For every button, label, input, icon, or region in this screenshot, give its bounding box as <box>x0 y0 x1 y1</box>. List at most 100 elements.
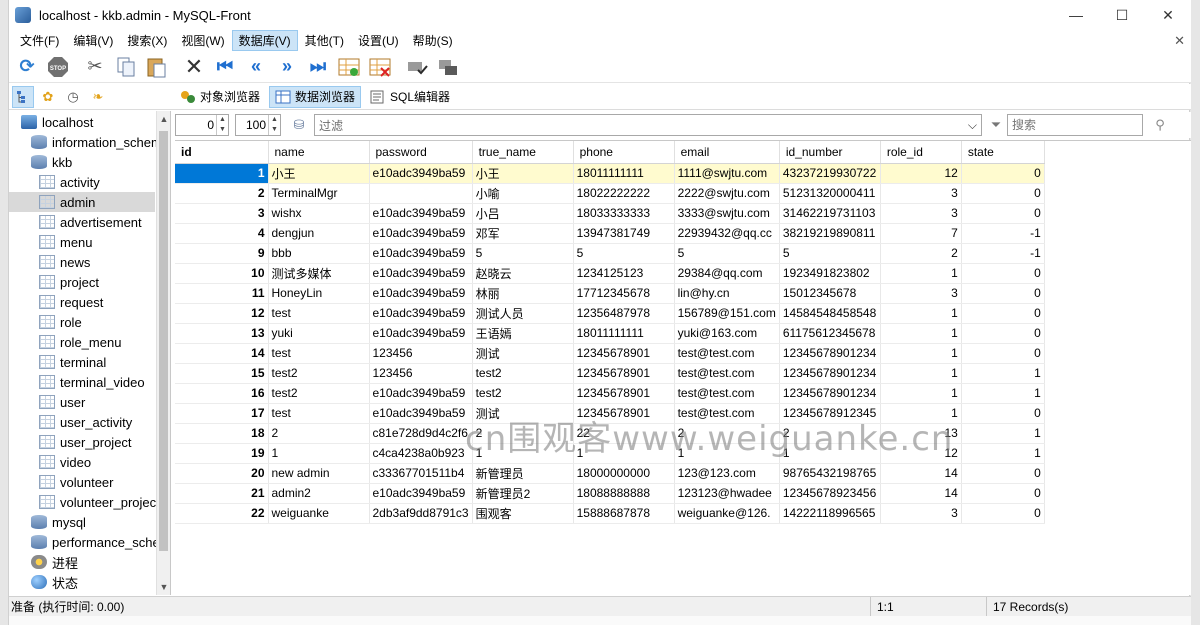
tab-sql-editor[interactable]: SQL编辑器 <box>365 86 455 108</box>
cell-true_name[interactable]: 小吕 <box>472 203 574 224</box>
cell-password[interactable]: 2db3af9dd8791c3 <box>369 503 473 524</box>
tree-item-mysql[interactable]: mysql <box>9 512 155 532</box>
cell-name[interactable]: new admin <box>268 463 370 484</box>
tree-item-terminal_video[interactable]: terminal_video <box>9 372 155 392</box>
cell-role_id[interactable]: 13 <box>880 423 962 444</box>
cell-password[interactable]: e10adc3949ba59 <box>369 403 473 424</box>
column-header-state[interactable]: state <box>961 141 1045 164</box>
cell-email[interactable]: weiguanke@126. <box>674 503 780 524</box>
table-row[interactable]: 18 2 c81e728d9d4c2f6 2 22 2 2 13 1 <box>175 423 1045 444</box>
cell-phone[interactable]: 18000000000 <box>573 463 675 484</box>
tree-scrollbar[interactable]: ▲ ▼ <box>156 111 170 595</box>
tree-item-volunteer_project[interactable]: volunteer_project <box>9 492 160 512</box>
cell-email[interactable]: 22939432@qq.cc <box>674 223 780 244</box>
cell-name[interactable]: weiguanke <box>268 503 370 524</box>
menu-help[interactable]: 帮助(S) <box>406 30 460 51</box>
cell-name[interactable]: 1 <box>268 443 370 464</box>
cell-email[interactable]: 123@123.com <box>674 463 780 484</box>
cell-role_id[interactable]: 1 <box>880 263 962 284</box>
limit-toggle-icon[interactable]: ⛁ <box>288 114 310 136</box>
cell-password[interactable]: e10adc3949ba59 <box>369 383 473 404</box>
tab-data-browser[interactable]: 数据浏览器 <box>269 85 362 108</box>
cell-phone[interactable]: 18088888888 <box>573 483 675 504</box>
table-row[interactable]: 9 bbb e10adc3949ba59 5 5 5 5 2 -1 <box>175 243 1045 264</box>
tree-item-terminal[interactable]: terminal <box>9 352 155 372</box>
cell-role_id[interactable]: 1 <box>880 363 962 384</box>
cell-id[interactable]: 3 <box>175 203 269 224</box>
cell-password[interactable]: e10adc3949ba59 <box>369 243 473 264</box>
cell-role_id[interactable]: 3 <box>880 183 962 204</box>
cell-email[interactable]: 2 <box>674 423 780 444</box>
cell-phone[interactable]: 12345678901 <box>573 363 675 384</box>
tree-item-localhost[interactable]: localhost <box>9 112 155 132</box>
paste-icon[interactable] <box>143 53 171 81</box>
tree-view-icon[interactable] <box>12 85 34 108</box>
table-row[interactable]: 2 TerminalMgr 小喻 18022222222 2222@swjtu.com 5… <box>175 183 1045 204</box>
cell-phone[interactable]: 18011111111 <box>573 323 675 344</box>
search-icon[interactable]: ⚲ <box>1149 114 1171 136</box>
cell-password[interactable]: e10adc3949ba59 <box>369 263 473 284</box>
cell-email[interactable]: test@test.com <box>674 383 780 404</box>
cell-role_id[interactable]: 3 <box>880 503 962 524</box>
cell-state[interactable]: 0 <box>961 343 1045 364</box>
cell-state[interactable]: 0 <box>961 183 1045 204</box>
cell-state[interactable]: 1 <box>961 363 1045 384</box>
cell-true_name[interactable]: 新管理员2 <box>472 483 574 504</box>
cell-role_id[interactable]: 3 <box>880 203 962 224</box>
cell-phone[interactable]: 17712345678 <box>573 283 675 304</box>
cell-state[interactable]: 0 <box>961 463 1045 484</box>
cell-id[interactable]: 19 <box>175 443 269 464</box>
close-button[interactable]: ✕ <box>1145 0 1191 30</box>
cell-password[interactable]: e10adc3949ba59 <box>369 323 473 344</box>
cell-state[interactable]: 0 <box>961 503 1045 524</box>
cell-phone[interactable]: 18033333333 <box>573 203 675 224</box>
copy-icon[interactable] <box>112 53 140 81</box>
cell-id[interactable]: 12 <box>175 303 269 324</box>
table-row[interactable]: 21 admin2 e10adc3949ba59 新管理员2 18088888888 12… <box>175 483 1045 504</box>
cell-state[interactable]: 0 <box>961 163 1045 184</box>
cell-id_number[interactable]: 61175612345678 <box>779 323 881 344</box>
cell-email[interactable]: 5 <box>674 243 780 264</box>
chevron-down-icon[interactable]: ⌵ <box>968 118 977 133</box>
table-row[interactable]: 19 1 c4ca4238a0b923 1 1 1 1 12 1 <box>175 443 1045 464</box>
cell-password[interactable]: e10adc3949ba59 <box>369 283 473 304</box>
table-row[interactable]: 11 HoneyLin e10adc3949ba59 林丽 17712345678 lin… <box>175 283 1045 304</box>
cell-email[interactable]: test@test.com <box>674 343 780 364</box>
cell-id[interactable]: 10 <box>175 263 269 284</box>
tree-item-admin[interactable]: admin <box>9 192 155 212</box>
delete-record-icon[interactable] <box>366 53 394 81</box>
offset-input[interactable] <box>176 115 216 135</box>
cell-name[interactable]: dengjun <box>268 223 370 244</box>
cell-email[interactable]: 156789@151.com <box>674 303 780 324</box>
cell-true_name[interactable]: 围观客 <box>472 503 574 524</box>
cell-email[interactable]: 3333@swjtu.com <box>674 203 780 224</box>
column-header-id[interactable]: id <box>175 141 269 164</box>
cell-true_name[interactable]: 测试人员 <box>472 303 574 324</box>
cell-id_number[interactable]: 51231320000411 <box>779 183 881 204</box>
cell-id[interactable]: 4 <box>175 223 269 244</box>
cell-true_name[interactable]: 新管理员 <box>472 463 574 484</box>
column-header-password[interactable]: password <box>369 141 473 164</box>
cell-state[interactable]: 0 <box>961 403 1045 424</box>
tree-item-advertisement[interactable]: advertisement <box>9 212 155 232</box>
cell-state[interactable]: 1 <box>961 383 1045 404</box>
cell-id[interactable]: 14 <box>175 343 269 364</box>
cell-role_id[interactable]: 12 <box>880 443 962 464</box>
scroll-down-icon[interactable]: ▼ <box>157 579 170 595</box>
column-header-id_number[interactable]: id_number <box>779 141 881 164</box>
cell-email[interactable]: 1111@swjtu.com <box>674 163 780 184</box>
tree-item-project[interactable]: project <box>9 272 155 292</box>
table-row[interactable]: 4 dengjun e10adc3949ba59 邓军 13947381749 22939… <box>175 223 1045 244</box>
cell-true_name[interactable]: 测试 <box>472 403 574 424</box>
cell-name[interactable]: 测试多媒体 <box>268 263 370 284</box>
cell-name[interactable]: test <box>268 403 370 424</box>
cell-name[interactable]: yuki <box>268 323 370 344</box>
cell-name[interactable]: 小王 <box>268 163 370 184</box>
table-row[interactable]: 20 new admin c33367701511b4 新管理员 18000000000… <box>175 463 1045 484</box>
table-row[interactable]: 17 test e10adc3949ba59 测试 12345678901 test@te… <box>175 403 1045 424</box>
cell-name[interactable]: test2 <box>268 363 370 384</box>
cell-phone[interactable]: 12345678901 <box>573 383 675 404</box>
cell-password[interactable]: e10adc3949ba59 <box>369 483 473 504</box>
cell-id[interactable]: 21 <box>175 483 269 504</box>
cell-state[interactable]: 1 <box>961 443 1045 464</box>
